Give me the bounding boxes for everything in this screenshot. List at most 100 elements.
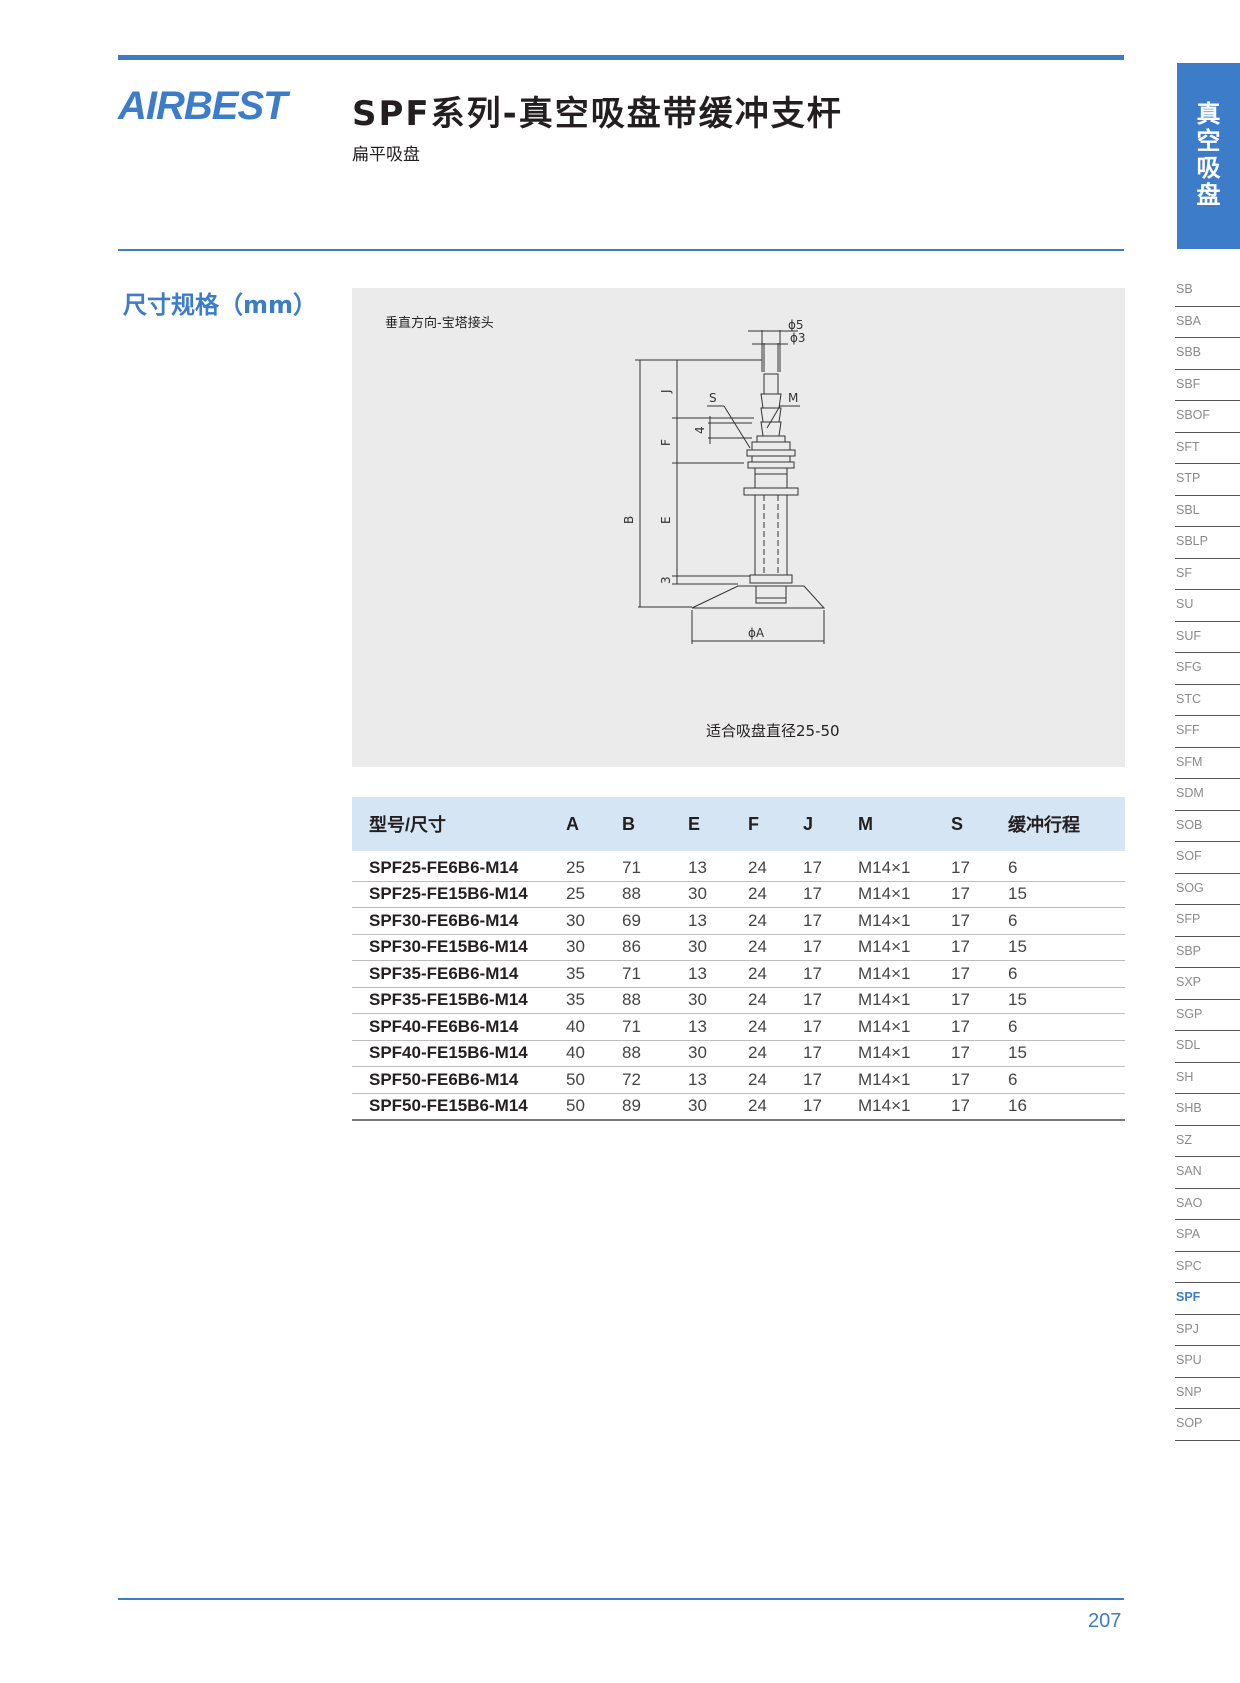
side-nav-item[interactable]: SFP: [1175, 905, 1240, 937]
value-cell: 24: [748, 960, 803, 988]
side-nav-item[interactable]: SU: [1175, 590, 1240, 622]
model-cell: SPF40-FE15B6-M14: [352, 1040, 566, 1067]
side-nav-item[interactable]: SFF: [1175, 716, 1240, 748]
value-cell: 72: [622, 1066, 688, 1094]
side-nav-item[interactable]: SPJ: [1175, 1315, 1240, 1346]
value-cell: 6: [1008, 1013, 1125, 1041]
model-cell: SPF35-FE15B6-M14: [352, 987, 566, 1014]
value-cell: 88: [622, 1040, 688, 1067]
value-cell: M14×1: [858, 960, 951, 988]
dim-s: S: [709, 391, 717, 405]
side-nav-item[interactable]: SUF: [1175, 622, 1240, 653]
value-cell: 16: [1008, 1093, 1125, 1121]
value-cell: 24: [748, 987, 803, 1014]
value-cell: 13: [688, 1013, 748, 1041]
section-title: 尺寸规格（mm）: [123, 291, 318, 319]
side-nav-item[interactable]: SBL: [1175, 496, 1240, 527]
side-nav-item[interactable]: SBA: [1175, 307, 1240, 338]
lock-nut: [751, 455, 791, 463]
side-nav-item[interactable]: SOG: [1175, 874, 1240, 905]
category-tab-char: 盘: [1196, 181, 1221, 209]
footer-rule: [118, 1598, 1124, 1600]
side-nav-item[interactable]: SHB: [1175, 1094, 1240, 1126]
value-cell: 24: [748, 1066, 803, 1094]
side-nav-item[interactable]: SOP: [1175, 1409, 1240, 1441]
value-cell: 24: [748, 1040, 803, 1067]
side-nav-item[interactable]: SNP: [1175, 1378, 1240, 1409]
hex-nut: [751, 441, 791, 451]
barb-fitting-top: [763, 373, 779, 395]
side-nav-item[interactable]: SFT: [1175, 433, 1240, 464]
side-nav-item[interactable]: SPU: [1175, 1346, 1240, 1378]
dim-phi3: ϕ3: [790, 331, 806, 345]
value-cell: 71: [622, 960, 688, 988]
model-cell: SPF30-FE6B6-M14: [352, 907, 566, 935]
side-nav-item[interactable]: SFG: [1175, 653, 1240, 685]
value-cell: M14×1: [858, 1013, 951, 1041]
value-cell: 17: [951, 1066, 1008, 1094]
side-nav-item[interactable]: SZ: [1175, 1126, 1240, 1157]
side-nav-item[interactable]: SBB: [1175, 338, 1240, 370]
side-nav-item[interactable]: SBOF: [1175, 401, 1240, 433]
value-cell: 71: [622, 855, 688, 882]
value-cell: M14×1: [858, 855, 951, 882]
value-cell: 30: [566, 934, 622, 961]
value-cell: M14×1: [858, 907, 951, 935]
side-nav-item[interactable]: SF: [1175, 559, 1240, 590]
side-nav-item[interactable]: SOB: [1175, 811, 1240, 842]
value-cell: 17: [803, 855, 858, 882]
side-nav-item[interactable]: SXP: [1175, 968, 1240, 1000]
side-nav-item[interactable]: STP: [1175, 464, 1240, 496]
header-rule: [118, 249, 1124, 251]
side-nav-item[interactable]: SB: [1175, 275, 1240, 307]
value-cell: 13: [688, 907, 748, 935]
side-nav-item[interactable]: STC: [1175, 685, 1240, 716]
side-nav-item[interactable]: SBLP: [1175, 527, 1240, 559]
value-cell: 6: [1008, 855, 1125, 882]
side-nav-item[interactable]: SDM: [1175, 779, 1240, 811]
table-row: SPF30-FE6B6-M14 30 69 13 24 17 M14×1 17 6: [352, 907, 1125, 935]
side-nav-item[interactable]: SOF: [1175, 842, 1240, 874]
value-cell: 24: [748, 881, 803, 908]
table-header-row: 型号/尺寸 A B E F J M S 缓冲行程: [352, 797, 1125, 851]
value-cell: M14×1: [858, 1093, 951, 1121]
col-header-m: M: [858, 797, 951, 851]
col-header-model: 型号/尺寸: [352, 797, 566, 851]
dim-j: J: [659, 389, 673, 394]
side-nav-item[interactable]: SPC: [1175, 1252, 1240, 1283]
value-cell: 17: [951, 881, 1008, 908]
value-cell: 17: [803, 907, 858, 935]
table-row: SPF35-FE15B6-M14 35 88 30 24 17 M14×1 17 15: [352, 987, 1125, 1014]
dimension-drawing: ϕ5 ϕ3 S M J F B E 3 4 ϕA: [622, 318, 826, 644]
page-number: 207: [1088, 1610, 1122, 1632]
side-nav-item[interactable]: SBP: [1175, 937, 1240, 968]
model-cell: SPF40-FE6B6-M14: [352, 1013, 566, 1041]
table-row: SPF25-FE15B6-M14 25 88 30 24 17 M14×1 17 15: [352, 881, 1125, 908]
col-header-f: F: [748, 797, 803, 851]
side-nav-item[interactable]: SGP: [1175, 1000, 1240, 1031]
category-tab[interactable]: 真 空 吸 盘: [1177, 63, 1240, 249]
side-nav-item[interactable]: SPA: [1175, 1220, 1240, 1252]
value-cell: 6: [1008, 1066, 1125, 1094]
side-nav-item[interactable]: SBF: [1175, 370, 1240, 401]
value-cell: 15: [1008, 881, 1125, 908]
side-nav-item[interactable]: SPF: [1175, 1283, 1240, 1315]
model-cell: SPF50-FE6B6-M14: [352, 1066, 566, 1094]
value-cell: 30: [688, 987, 748, 1014]
value-cell: 50: [566, 1093, 622, 1121]
value-cell: 17: [803, 881, 858, 908]
value-cell: 17: [951, 987, 1008, 1014]
value-cell: 50: [566, 1066, 622, 1094]
side-nav-item[interactable]: SFM: [1175, 748, 1240, 779]
category-tab-char: 空: [1196, 127, 1221, 155]
value-cell: 40: [566, 1013, 622, 1041]
side-nav-item[interactable]: SAO: [1175, 1189, 1240, 1220]
side-nav-item[interactable]: SH: [1175, 1063, 1240, 1094]
value-cell: 17: [951, 1040, 1008, 1067]
rod-collar: [749, 574, 793, 584]
value-cell: 69: [622, 907, 688, 935]
side-nav-item[interactable]: SDL: [1175, 1031, 1240, 1063]
dim-m: M: [788, 391, 798, 405]
value-cell: 15: [1008, 987, 1125, 1014]
side-nav-item[interactable]: SAN: [1175, 1157, 1240, 1189]
